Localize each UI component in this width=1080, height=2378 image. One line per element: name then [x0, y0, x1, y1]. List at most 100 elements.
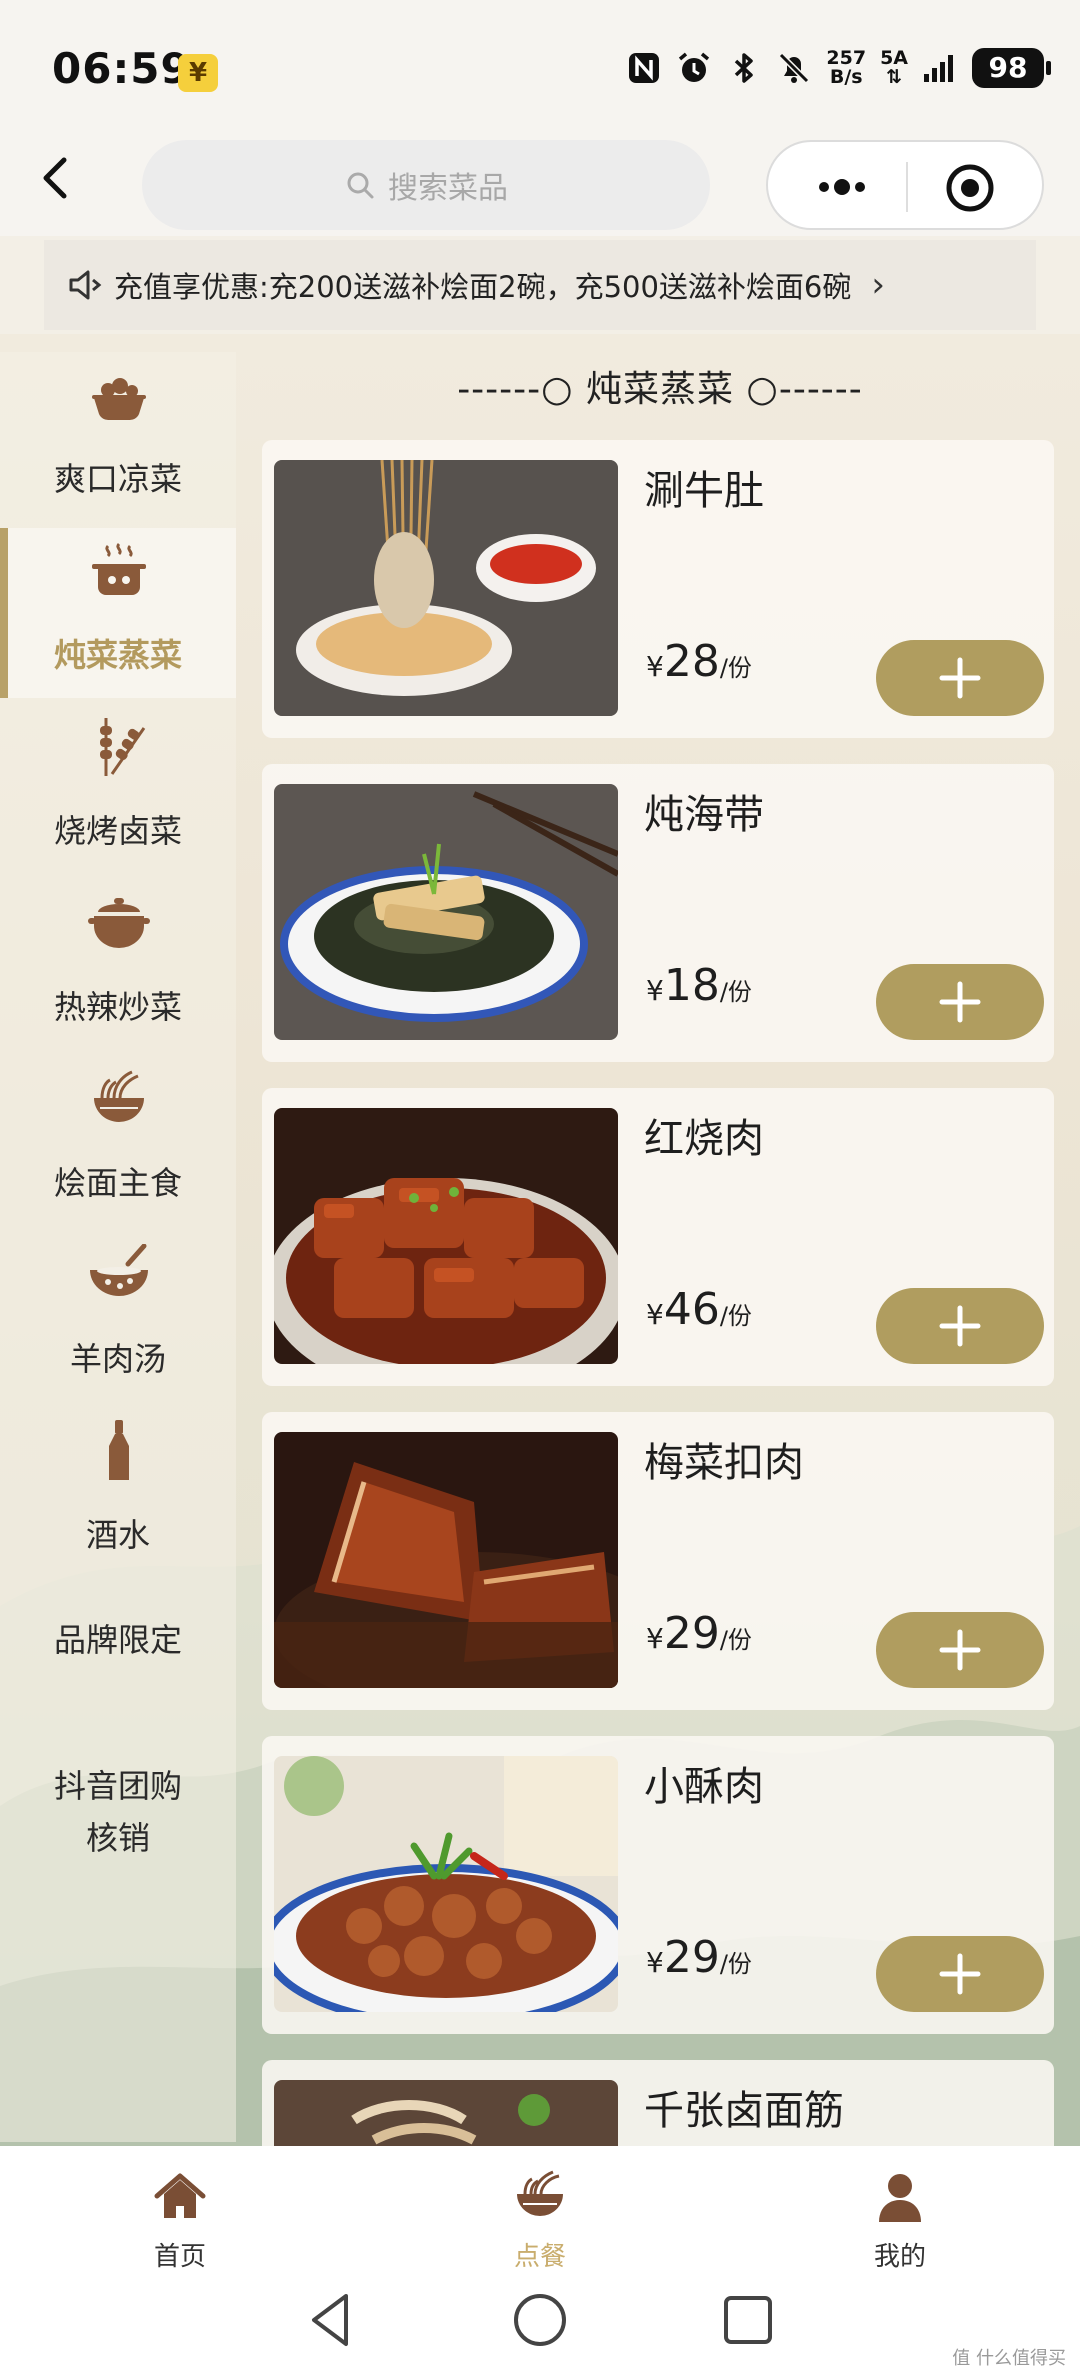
dish-card[interactable]: 梅菜扣肉 ¥29/份 [262, 1412, 1054, 1710]
noodle-bowl-icon [94, 1070, 144, 1122]
category-brand-limited[interactable]: 品牌限定 [0, 1614, 236, 1666]
tab-profile[interactable]: 我的 [820, 2170, 980, 2273]
dish-card[interactable]: 小酥肉 ¥29/份 [262, 1736, 1054, 2034]
plus-icon [939, 1953, 981, 1995]
price-value: 18 [663, 960, 720, 1011]
category-douyin-group-buy[interactable]: 抖音团购 核销 [0, 1760, 236, 1864]
add-to-cart-button[interactable] [876, 640, 1044, 716]
system-navigation-bar: 值 什么值得买 [0, 2274, 1080, 2378]
dish-photo-tofu-gluten [274, 2080, 618, 2146]
add-to-cart-button[interactable] [876, 1936, 1044, 2012]
price-currency: ¥ [646, 1622, 664, 1655]
mini-program-capsule [766, 140, 1044, 230]
home-icon [154, 2173, 206, 2218]
status-bar: 06:59 ¥ 257 B/s 5A ⇅ 98 [0, 0, 1080, 140]
dish-card[interactable]: 涮牛肚 ¥28/份 [262, 440, 1054, 738]
system-recents-icon[interactable] [718, 2290, 778, 2350]
tab-label: 我的 [873, 2242, 926, 2272]
dish-name: 千张卤面筋 [644, 2088, 844, 2134]
price-unit: /份 [719, 978, 752, 1006]
dish-price: ¥18/份 [646, 960, 752, 1011]
wok-pot-icon [88, 898, 150, 948]
price-currency: ¥ [646, 1298, 664, 1331]
category-hot-stir-fry[interactable]: 热辣炒菜 [0, 880, 236, 1050]
dish-price: ¥29/份 [646, 1608, 752, 1659]
category-label: 热辣炒菜 [53, 988, 182, 1026]
search-icon [347, 172, 374, 199]
plus-icon [939, 981, 981, 1023]
price-value: 29 [663, 1608, 720, 1659]
price-value: 46 [663, 1284, 720, 1335]
dish-photo-meicai-pork [274, 1432, 618, 1688]
dish-price: ¥46/份 [646, 1284, 752, 1335]
nav-bar: 搜索菜品 [0, 140, 1080, 236]
dish-card[interactable]: 千张卤面筋 [262, 2060, 1054, 2146]
dish-photo-crispy-pork [274, 1756, 618, 2012]
capsule-divider [906, 162, 908, 212]
more-icon[interactable] [812, 164, 872, 210]
dish-card[interactable]: 炖海带 ¥18/份 [262, 764, 1054, 1062]
skewer-icon [100, 718, 146, 776]
category-stew-steam[interactable]: 炖菜蒸菜 [0, 528, 236, 698]
cold-dish-icon [92, 378, 146, 421]
add-to-cart-button[interactable] [876, 1612, 1044, 1688]
close-mini-program-icon[interactable] [944, 162, 996, 214]
dish-name: 涮牛肚 [644, 468, 764, 514]
bluetooth-icon [735, 53, 754, 83]
plus-icon [939, 657, 981, 699]
bottle-icon [109, 1420, 129, 1480]
category-label: 烩面主食 [53, 1164, 182, 1202]
price-unit: /份 [719, 1302, 752, 1330]
category-cold-dishes[interactable]: 爽口凉菜 [0, 352, 236, 522]
price-currency: ¥ [646, 650, 664, 683]
dish-card[interactable]: 红烧肉 ¥46/份 [262, 1088, 1054, 1386]
tab-label: 点餐 [513, 2242, 566, 2272]
dish-name: 红烧肉 [644, 1116, 764, 1162]
category-mutton-soup[interactable]: 羊肉汤 [0, 1232, 236, 1402]
alarm-icon [679, 52, 710, 82]
dish-price: ¥29/份 [646, 1932, 752, 1983]
category-sidebar: 爽口凉菜 炖菜蒸菜 烧烤卤菜 热辣炒菜 烩面主食 羊肉汤 酒水 品牌限定 抖音团… [0, 352, 236, 2142]
category-label: 烧烤卤菜 [53, 812, 182, 850]
network-type: 5A ⇅ [880, 49, 908, 87]
status-icons: 257 B/s 5A ⇅ 98 [626, 48, 1051, 88]
search-placeholder: 搜索菜品 [388, 171, 508, 206]
category-label: 炖菜蒸菜 [53, 636, 182, 674]
search-input[interactable]: 搜索菜品 [142, 140, 710, 230]
data-arrows: ⇅ [886, 66, 902, 88]
promo-notice[interactable]: 充值享优惠:充200送滋补烩面2碗，充500送滋补烩面6碗 › [44, 240, 1036, 330]
tab-label: 首页 [153, 2242, 206, 2272]
category-label: 爽口凉菜 [53, 460, 182, 498]
dish-name: 炖海带 [644, 792, 764, 838]
steam-pot-icon [92, 542, 146, 595]
tab-home[interactable]: 首页 [100, 2170, 260, 2273]
category-bbq-braised[interactable]: 烧烤卤菜 [0, 704, 236, 874]
back-arrow-icon[interactable] [26, 148, 86, 208]
payment-notification-icon: ¥ [178, 54, 218, 92]
bottom-tab-bar: 首页 点餐 我的 [0, 2146, 1080, 2274]
dish-photo-braised-pork [274, 1108, 618, 1364]
price-unit: /份 [719, 654, 752, 682]
system-back-icon[interactable] [302, 2290, 362, 2350]
add-to-cart-button[interactable] [876, 1288, 1044, 1364]
category-label-line2: 核销 [85, 1819, 150, 1857]
status-time: 06:59 [52, 44, 191, 93]
price-value: 29 [663, 1932, 720, 1983]
section-title: ------○ 炖菜蒸菜 ○------ [457, 369, 863, 410]
price-unit: /份 [719, 1626, 752, 1654]
signal-icon [924, 55, 953, 82]
category-label-line1: 抖音团购 [53, 1767, 182, 1805]
category-label: 酒水 [85, 1516, 150, 1554]
price-value: 28 [663, 636, 720, 687]
tab-order[interactable]: 点餐 [460, 2170, 620, 2273]
system-home-icon[interactable] [510, 2290, 570, 2350]
dish-photo-kelp [274, 784, 618, 1040]
price-unit: /份 [719, 1950, 752, 1978]
add-to-cart-button[interactable] [876, 964, 1044, 1040]
soup-bowl-icon [90, 1244, 148, 1296]
category-drinks[interactable]: 酒水 [0, 1408, 236, 1578]
dish-photo-beef-tripe [274, 460, 618, 716]
network-speed: 257 B/s [826, 49, 866, 87]
dish-price: ¥28/份 [646, 636, 752, 687]
category-noodles-staple[interactable]: 烩面主食 [0, 1056, 236, 1226]
